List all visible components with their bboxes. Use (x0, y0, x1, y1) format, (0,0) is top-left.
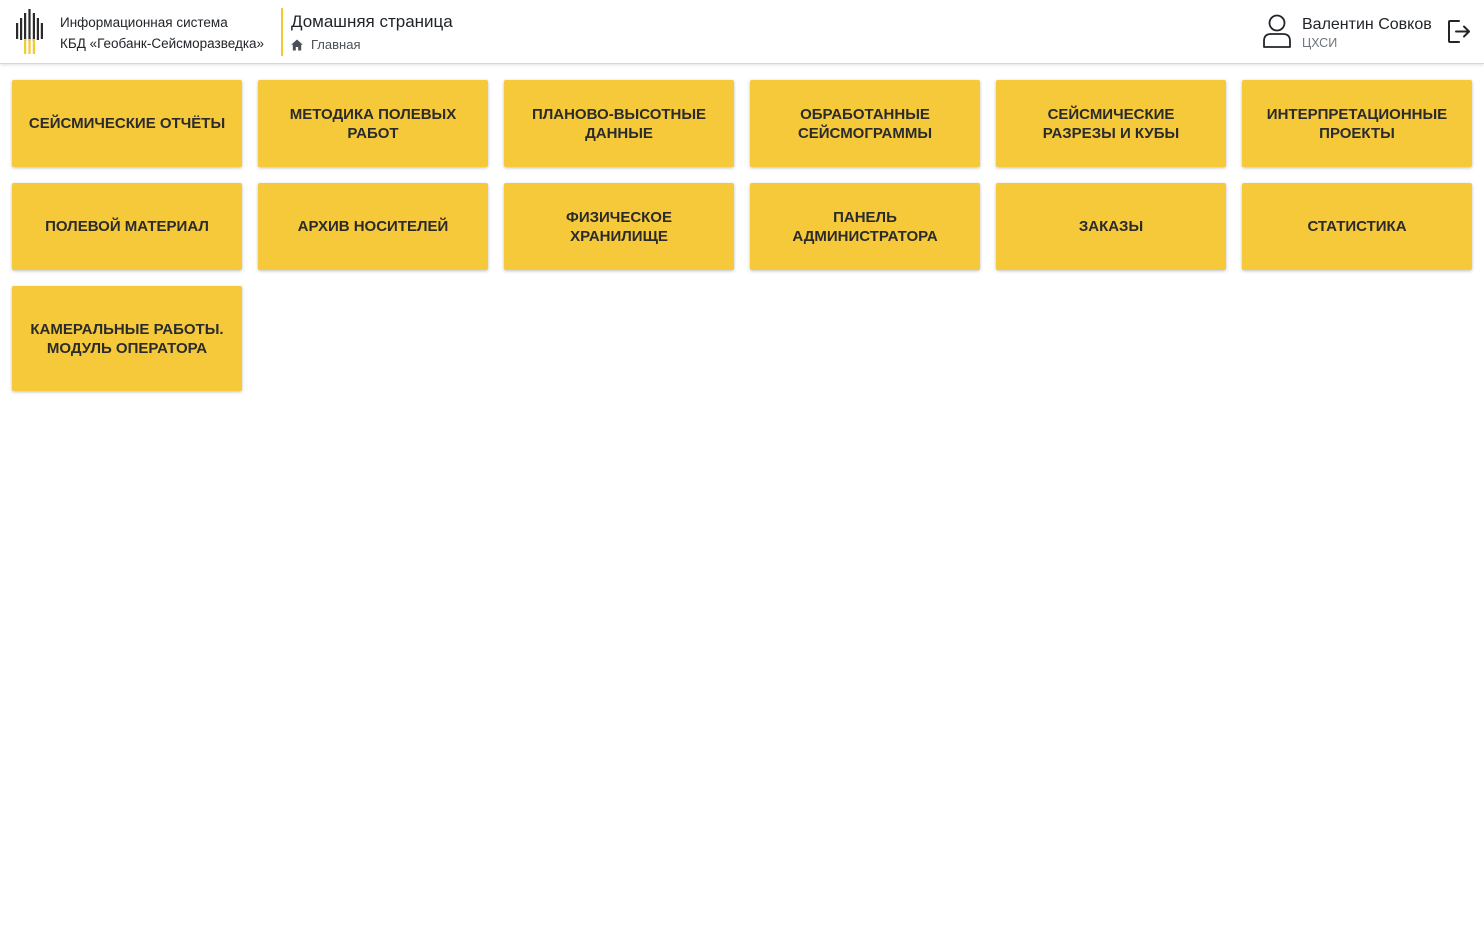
tile-label: ПОЛЕВОЙ МАТЕРИАЛ (45, 218, 209, 235)
tile-physical-storage[interactable]: ФИЗИЧЕСКОЕ ХРАНИЛИЩЕ (504, 183, 734, 270)
tile-label: СЕЙСМИЧЕСКИЕ ОТЧЁТЫ (28, 115, 226, 132)
tile-label: СЕЙСМИЧЕСКИЕ РАЗРЕЗЫ И КУБЫ (1042, 105, 1180, 142)
page-title: Домашняя страница (291, 12, 453, 31)
tile-seismic-reports[interactable]: СЕЙСМИЧЕСКИЕ ОТЧЁТЫ (12, 80, 242, 167)
breadcrumb-home-link[interactable]: Главная (311, 37, 360, 52)
tile-label: АРХИВ НОСИТЕЛЕЙ (297, 218, 449, 235)
tile-label: ПАНЕЛЬ АДМИНИСТРАТОРА (792, 208, 938, 245)
tile-label: ОБРАБОТАННЫЕ СЕЙСМОГРАММЫ (797, 105, 933, 142)
company-logo-icon[interactable] (14, 9, 47, 54)
tile-field-methods[interactable]: МЕТОДИКА ПОЛЕВЫХ РАБОТ (258, 80, 488, 167)
tile-label: ПЛАНОВО-ВЫСОТНЫЕ ДАННЫЕ (531, 105, 707, 142)
tile-seismic-sections-cubes[interactable]: СЕЙСМИЧЕСКИЕ РАЗРЕЗЫ И КУБЫ (996, 80, 1226, 167)
user-info: Валентин Совков ЦХСИ (1302, 15, 1432, 51)
breadcrumb: Главная (291, 37, 360, 52)
tile-admin-panel[interactable]: ПАНЕЛЬ АДМИНИСТРАТОРА (750, 183, 980, 270)
system-name: Информационная система КБД «Геобанк-Сейс… (60, 12, 264, 54)
tile-label: ЗАКАЗЫ (1078, 218, 1144, 235)
top-header: Информационная система КБД «Геобанк-Сейс… (0, 0, 1484, 64)
home-icon[interactable] (291, 39, 303, 51)
tile-orders[interactable]: ЗАКАЗЫ (996, 183, 1226, 270)
user-name: Валентин Совков (1302, 16, 1432, 33)
tile-interpretation-projects[interactable]: ИНТЕРПРЕТАЦИОННЫЕ ПРОЕКТЫ (1242, 80, 1472, 167)
tile-label: ФИЗИЧЕСКОЕ ХРАНИЛИЩЕ (566, 208, 672, 245)
user-department: ЦХСИ (1302, 36, 1338, 50)
user-profile[interactable]: Валентин Совков ЦХСИ (1262, 14, 1432, 51)
tile-statistics[interactable]: СТАТИСТИКА (1242, 183, 1472, 270)
tile-label: ИНТЕРПРЕТАЦИОННЫЕ ПРОЕКТЫ (1266, 105, 1448, 142)
system-name-line2: КБД «Геобанк-Сейсморазведка» (60, 36, 265, 51)
tile-office-work-operator-module[interactable]: КАМЕРАЛЬНЫЕ РАБОТЫ. МОДУЛЬ ОПЕРАТОРА (12, 286, 242, 391)
tile-processed-seismograms[interactable]: ОБРАБОТАННЫЕ СЕЙСМОГРАММЫ (750, 80, 980, 167)
tile-media-archive[interactable]: АРХИВ НОСИТЕЛЕЙ (258, 183, 488, 270)
tile-label: КАМЕРАЛЬНЫЕ РАБОТЫ. МОДУЛЬ ОПЕРАТОРА (30, 320, 224, 357)
header-divider (281, 8, 283, 56)
tile-label: СТАТИСТИКА (1307, 218, 1407, 235)
tile-survey-data[interactable]: ПЛАНОВО-ВЫСОТНЫЕ ДАННЫЕ (504, 80, 734, 167)
tile-field-material[interactable]: ПОЛЕВОЙ МАТЕРИАЛ (12, 183, 242, 270)
user-icon (1263, 14, 1291, 48)
system-name-line1: Информационная система (60, 15, 228, 30)
logout-icon[interactable] (1447, 19, 1472, 44)
module-tiles-grid: СЕЙСМИЧЕСКИЕ ОТЧЁТЫ МЕТОДИКА ПОЛЕВЫХ РАБ… (12, 80, 1472, 391)
tile-label: МЕТОДИКА ПОЛЕВЫХ РАБОТ (289, 105, 457, 142)
